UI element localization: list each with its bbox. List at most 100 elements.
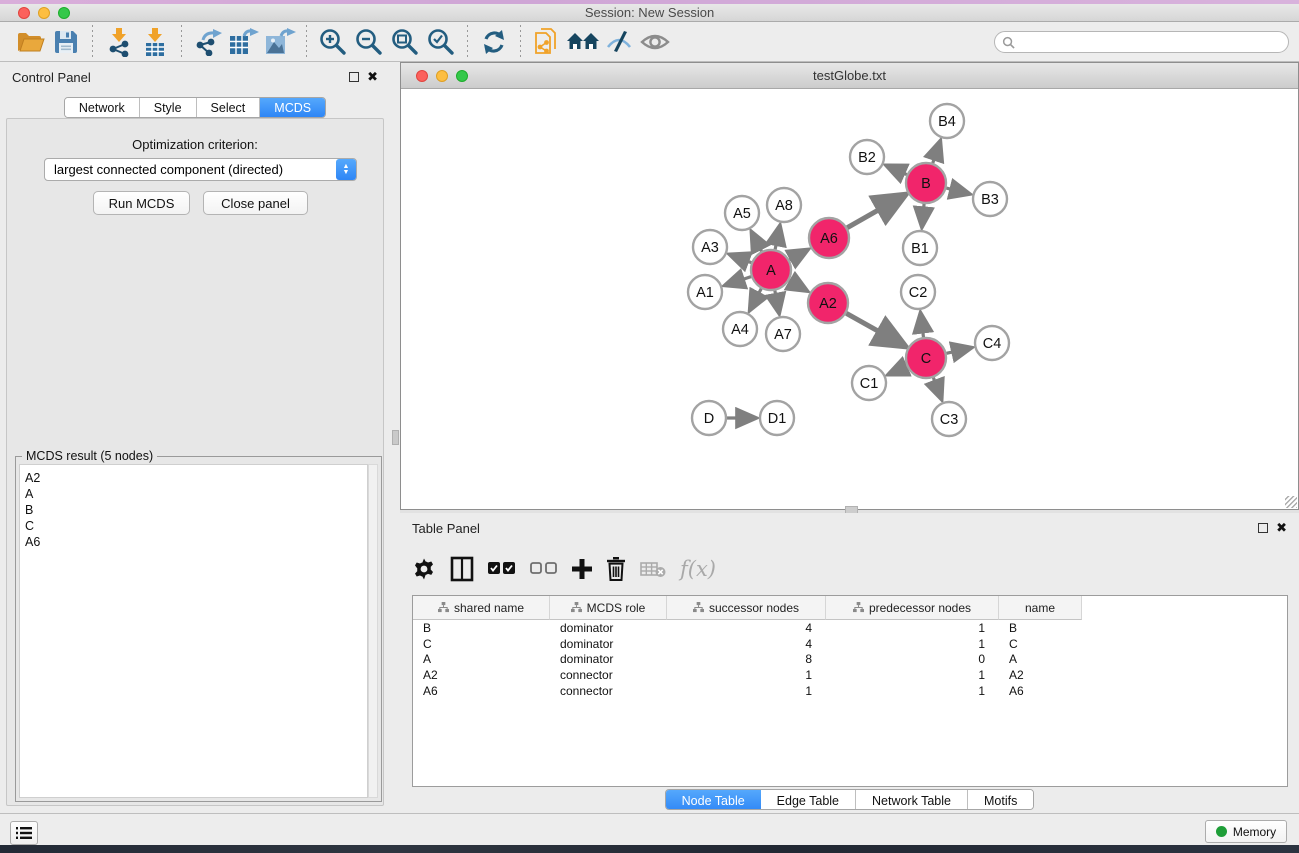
network-close-button[interactable] [416,70,428,82]
graph-edge-A-A3[interactable] [730,254,752,262]
memory-button[interactable]: Memory [1205,820,1287,843]
column-header[interactable]: successor nodes [667,596,826,620]
home-pair-icon[interactable] [565,25,601,59]
new-network-from-selection-icon[interactable] [529,25,565,59]
search-field[interactable] [994,31,1289,53]
graph-edge-A-A4[interactable] [750,289,761,311]
graph-node-A6[interactable]: A6 [809,218,849,258]
graph-edge-C-C1[interactable] [888,366,907,374]
tab-network[interactable]: Network [65,98,140,117]
graph-edge-C-C3[interactable] [933,378,941,400]
import-network-icon[interactable] [101,25,137,59]
zoom-selected-icon[interactable] [423,25,459,59]
mcds-result-item[interactable]: B [25,502,367,518]
graph-node-C[interactable]: C [906,338,946,378]
export-table-icon[interactable] [226,25,262,59]
column-header[interactable]: name [999,596,1082,620]
table-row[interactable]: A2connector11A2 [413,667,1287,683]
column-header[interactable]: shared name [413,596,550,620]
network-zoom-button[interactable] [456,70,468,82]
graph-node-C4[interactable]: C4 [975,326,1009,360]
float-panel-icon[interactable] [349,72,359,82]
graph-node-A[interactable]: A [751,250,791,290]
graph-node-C2[interactable]: C2 [901,275,935,309]
graph-node-B3[interactable]: B3 [973,182,1007,216]
float-table-panel-icon[interactable] [1258,523,1268,533]
graph-edge-A-A2[interactable] [789,281,807,291]
graph-edge-C-C4[interactable] [946,348,971,354]
graph-edge-A6-B[interactable] [847,195,905,228]
import-table-icon[interactable] [137,25,173,59]
deselect-all-icon[interactable] [530,552,558,586]
tab-style[interactable]: Style [140,98,197,117]
show-columns-icon[interactable] [450,552,474,586]
graph-node-D1[interactable]: D1 [760,401,794,435]
graph-edge-A-A6[interactable] [789,250,808,260]
graph-node-A7[interactable]: A7 [766,317,800,351]
show-hidden-eye-icon[interactable] [637,25,673,59]
export-network-icon[interactable] [190,25,226,59]
graph-node-A8[interactable]: A8 [767,188,801,222]
graph-node-D[interactable]: D [692,401,726,435]
mcds-result-list[interactable]: A2ABCA6 [19,464,368,798]
network-window-titlebar[interactable]: testGlobe.txt [401,63,1298,89]
graph-edge-A2-C[interactable] [846,313,905,346]
graph-edge-B-B3[interactable] [946,188,969,194]
zoom-in-icon[interactable] [315,25,351,59]
delete-table-icon[interactable] [640,552,666,586]
refresh-icon[interactable] [476,25,512,59]
graph-node-A3[interactable]: A3 [693,230,727,264]
table-row[interactable]: Bdominator41B [413,620,1287,636]
mcds-result-item[interactable]: A [25,486,367,502]
search-input[interactable] [1015,35,1288,49]
window-resize-handle[interactable] [1285,496,1297,508]
graph-edge-B-B2[interactable] [886,165,907,174]
tab-edge-table[interactable]: Edge Table [761,790,856,810]
select-all-icon[interactable] [488,552,516,586]
graph-node-B4[interactable]: B4 [930,104,964,138]
tab-mcds[interactable]: MCDS [260,98,325,117]
graph-node-A5[interactable]: A5 [725,196,759,230]
mcds-result-item[interactable]: C [25,518,367,534]
add-column-icon[interactable] [572,552,592,586]
table-row[interactable]: Cdominator41C [413,636,1287,652]
delete-column-trash-icon[interactable] [606,552,626,586]
graph-node-C1[interactable]: C1 [852,366,886,400]
graph-node-B[interactable]: B [906,163,946,203]
graph-edge-B-B1[interactable] [922,204,924,227]
graph-edge-A-A7[interactable] [775,291,779,314]
column-header[interactable]: MCDS role [550,596,667,620]
function-builder-icon[interactable]: f(x) [680,552,716,586]
run-mcds-button[interactable]: Run MCDS [93,191,190,215]
network-minimize-button[interactable] [436,70,448,82]
graph-node-B2[interactable]: B2 [850,140,884,174]
mcds-list-scrollbar[interactable] [368,464,378,798]
zoom-fit-icon[interactable] [387,25,423,59]
graph-edge-A-A5[interactable] [752,232,762,252]
network-canvas[interactable]: B4B2BB3A8A5A6A3B1AA1C2A2A4A7C4CC1DD1C3 [401,89,1298,509]
table-settings-gear-icon[interactable] [412,552,436,586]
graph-node-A2[interactable]: A2 [808,283,848,323]
close-panel-icon[interactable]: ✖ [367,72,378,82]
tab-motifs[interactable]: Motifs [968,790,1033,810]
open-session-icon[interactable] [12,25,48,59]
table-row[interactable]: Adominator80A [413,652,1287,668]
graph-edge-A-A1[interactable] [725,277,751,286]
graph-node-A4[interactable]: A4 [723,312,757,346]
save-session-icon[interactable] [48,25,84,59]
tab-select[interactable]: Select [197,98,261,117]
close-panel-button[interactable]: Close panel [203,191,308,215]
tab-node-table[interactable]: Node Table [666,790,761,810]
graph-node-A1[interactable]: A1 [688,275,722,309]
zoom-out-icon[interactable] [351,25,387,59]
table-row[interactable]: A6connector11A6 [413,683,1287,699]
export-image-icon[interactable] [262,25,298,59]
close-table-panel-icon[interactable]: ✖ [1276,523,1287,533]
column-header[interactable]: predecessor nodes [826,596,999,620]
graph-edge-B-B4[interactable] [933,141,941,163]
vertical-splitter-grip[interactable] [392,430,399,445]
task-history-button[interactable] [10,821,38,845]
hide-selected-icon[interactable] [601,25,637,59]
graph-node-C3[interactable]: C3 [932,402,966,436]
mcds-result-item[interactable]: A2 [25,470,367,486]
